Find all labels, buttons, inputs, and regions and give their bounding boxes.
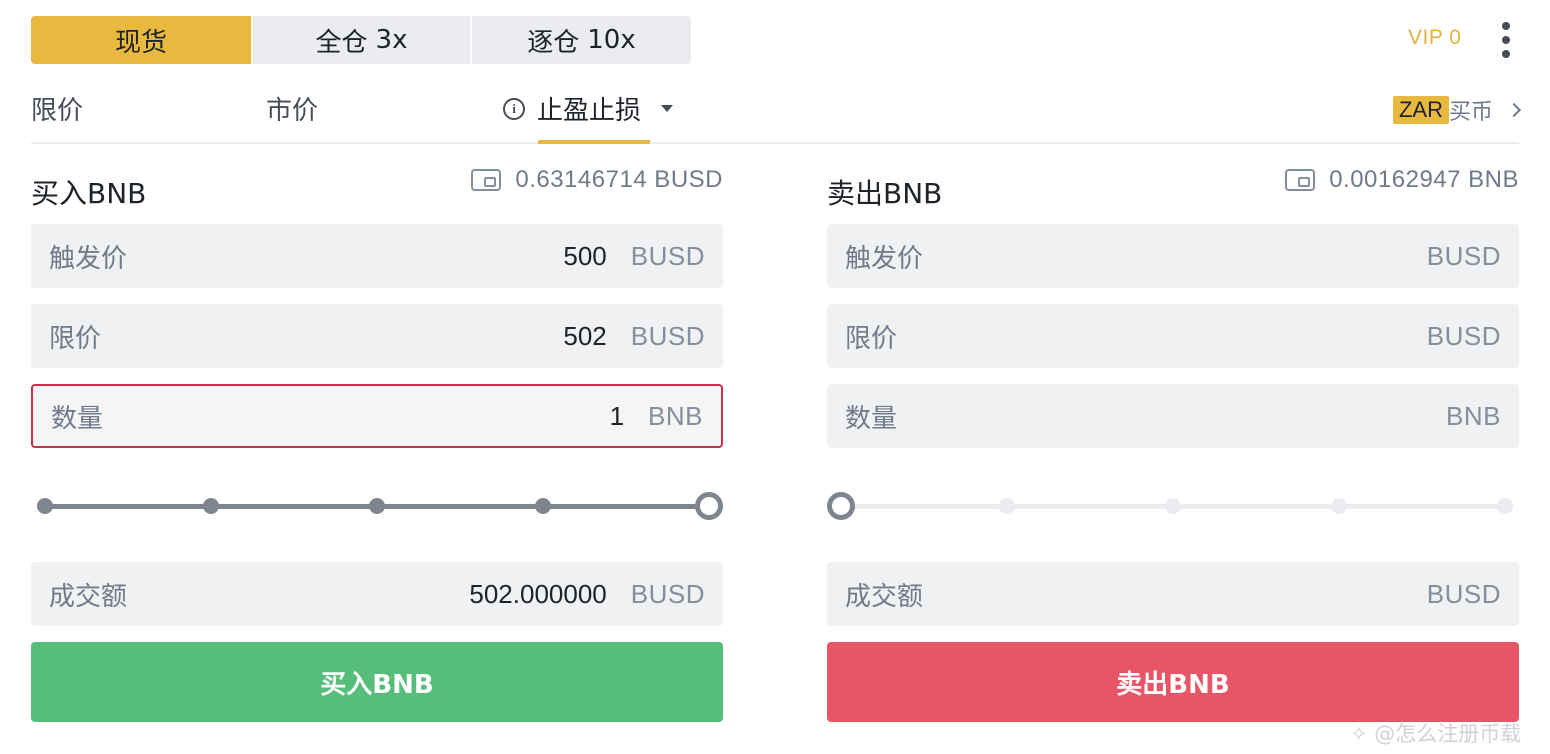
tab-spot-label: 现货 xyxy=(114,27,167,58)
more-options-icon[interactable] xyxy=(1496,22,1516,58)
slider-step-75[interactable] xyxy=(1331,498,1347,514)
active-tab-indicator xyxy=(538,140,650,144)
field-unit: BNB xyxy=(648,400,703,431)
order-type-tabs: 限价 市价 i 止盈止损 ZAR 买币 xyxy=(31,84,1522,144)
buy-crypto-label: 买币 xyxy=(1448,100,1493,125)
field-label: 成交额 xyxy=(49,581,128,612)
tab-isolated-label: 逐仓 xyxy=(527,27,580,58)
buy-title: 买入BNB xyxy=(31,177,147,210)
wallet-icon xyxy=(471,169,502,191)
sell-balance: 0.00162947 BNB xyxy=(1285,166,1519,194)
tab-isolated-leverage: 10x xyxy=(587,25,636,55)
slider-step-100[interactable] xyxy=(1497,498,1513,514)
slider-step-25[interactable] xyxy=(203,498,219,514)
buy-percent-slider[interactable] xyxy=(31,490,723,522)
sell-limit-price-field[interactable]: 限价 BUSD xyxy=(827,304,1519,368)
field-label: 限价 xyxy=(49,323,102,354)
field-value[interactable]: 502 xyxy=(101,321,606,352)
chevron-right-icon xyxy=(1506,102,1522,118)
field-unit: BUSD xyxy=(630,240,705,271)
field-unit: BUSD xyxy=(630,578,705,609)
field-value[interactable]: 1 xyxy=(103,401,624,432)
margin-mode-tabs: 现货 全仓 3x 逐仓 10x xyxy=(31,16,691,64)
slider-step-25[interactable] xyxy=(999,498,1015,514)
field-value[interactable]: 502.000000 xyxy=(127,579,606,610)
currency-badge: ZAR xyxy=(1392,96,1449,124)
sell-balance-value: 0.00162947 BNB xyxy=(1329,166,1519,193)
tab-stop-limit-label: 止盈止损 xyxy=(537,96,642,126)
slider-handle[interactable] xyxy=(695,492,723,520)
wallet-icon xyxy=(1285,169,1316,191)
buy-crypto-link[interactable]: ZAR 买币 xyxy=(1392,94,1522,126)
sell-total-field[interactable]: 成交额 BUSD xyxy=(827,562,1519,626)
vip-level-link[interactable]: VIP 0 xyxy=(1408,26,1461,50)
tab-cross-leverage: 3x xyxy=(375,25,408,55)
sell-amount-field[interactable]: 数量 BNB xyxy=(827,384,1519,448)
field-unit: BNB xyxy=(1446,400,1501,431)
field-value[interactable]: 500 xyxy=(127,241,606,272)
sell-bnb-button[interactable]: 卖出BNB xyxy=(827,642,1519,722)
slider-step-50[interactable] xyxy=(369,498,385,514)
field-unit: BUSD xyxy=(1426,578,1501,609)
sell-trigger-price-field[interactable]: 触发价 BUSD xyxy=(827,224,1519,288)
buy-balance: 0.63146714 BUSD xyxy=(471,166,723,194)
field-unit: BUSD xyxy=(1426,240,1501,271)
buy-amount-field[interactable]: 数量 1 BNB xyxy=(31,384,723,448)
tab-cross-label: 全仓 xyxy=(315,27,368,58)
info-icon[interactable]: i xyxy=(503,97,525,120)
field-label: 成交额 xyxy=(845,581,924,612)
buy-limit-price-field[interactable]: 限价 502 BUSD xyxy=(31,304,723,368)
field-label: 触发价 xyxy=(49,243,128,274)
field-label: 限价 xyxy=(845,323,898,354)
slider-step-50[interactable] xyxy=(1165,498,1181,514)
caret-down-icon[interactable] xyxy=(661,105,674,112)
field-label: 数量 xyxy=(845,403,898,434)
sell-title: 卖出BNB xyxy=(827,177,943,210)
tab-stop-limit[interactable]: i 止盈止损 xyxy=(503,90,674,127)
field-label: 数量 xyxy=(51,403,104,434)
watermark: ✧ @怎么注册币载 xyxy=(1350,722,1522,746)
field-unit: BUSD xyxy=(1426,320,1501,351)
tab-market[interactable]: 市价 xyxy=(266,90,318,127)
tab-limit[interactable]: 限价 xyxy=(31,90,83,127)
buy-bnb-button[interactable]: 买入BNB xyxy=(31,642,723,722)
tab-isolated[interactable]: 逐仓 10x xyxy=(470,16,691,64)
field-unit: BUSD xyxy=(630,320,705,351)
tab-cross[interactable]: 全仓 3x xyxy=(251,16,470,64)
field-label: 触发价 xyxy=(845,243,924,274)
buy-total-field[interactable]: 成交额 502.000000 BUSD xyxy=(31,562,723,626)
slider-step-0[interactable] xyxy=(37,498,53,514)
slider-step-75[interactable] xyxy=(535,498,551,514)
buy-trigger-price-field[interactable]: 触发价 500 BUSD xyxy=(31,224,723,288)
slider-handle[interactable] xyxy=(827,492,855,520)
buy-balance-value: 0.63146714 BUSD xyxy=(515,166,723,193)
sell-percent-slider[interactable] xyxy=(827,490,1519,522)
tab-spot[interactable]: 现货 xyxy=(31,16,251,64)
